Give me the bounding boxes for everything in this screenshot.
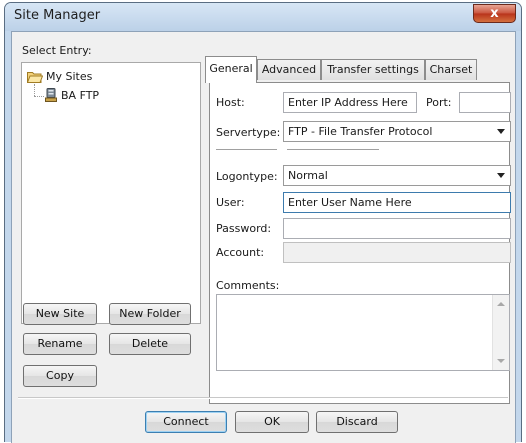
chevron-down-icon [497,129,505,134]
host-input[interactable]: Enter IP Address Here [283,92,417,113]
delete-button[interactable]: Delete [109,333,191,355]
separator [287,149,379,151]
site-tree[interactable]: My Sites BA FTP [21,62,201,324]
bottom-separator [18,397,508,399]
new-site-button[interactable]: New Site [23,303,97,325]
tab-advanced[interactable]: Advanced [257,59,321,80]
account-label: Account: [216,246,265,259]
title-bar[interactable]: Site Manager x [5,3,521,31]
port-label: Port: [426,96,452,109]
tab-charset[interactable]: Charset [425,59,477,80]
servertype-select[interactable]: FTP - File Transfer Protocol [283,121,511,142]
chevron-down-icon [497,173,505,178]
logontype-label: Logontype: [216,170,278,183]
select-entry-label: Select Entry: [22,44,92,57]
copy-button[interactable]: Copy [23,365,97,387]
tree-item-ba-ftp[interactable]: BA FTP [45,88,99,102]
port-input[interactable] [459,92,511,113]
connect-button[interactable]: Connect [145,411,227,433]
scroll-up-icon[interactable] [497,302,505,306]
discard-button[interactable]: Discard [316,411,398,433]
tab-transfer-settings[interactable]: Transfer settings [321,59,425,80]
comments-label: Comments: [216,279,280,292]
user-input[interactable]: Enter User Name Here [283,192,511,213]
tree-connector [34,96,44,97]
new-folder-button[interactable]: New Folder [109,303,191,325]
ok-button[interactable]: OK [235,411,309,433]
logontype-value: Normal [288,169,328,182]
tree-item-label: BA FTP [61,88,100,102]
separator [216,149,277,151]
folder-open-icon [27,71,43,83]
logontype-select[interactable]: Normal [283,165,511,186]
comments-scrollbar[interactable] [492,295,509,370]
user-label: User: [216,196,245,209]
servertype-label: Servertype: [216,126,281,139]
close-icon: x [490,6,499,21]
rename-button[interactable]: Rename [23,333,97,355]
tree-item-label: My Sites [46,70,93,83]
tab-general[interactable]: General [205,56,257,83]
scroll-down-icon[interactable] [497,359,505,363]
account-input [283,242,511,263]
servertype-value: FTP - File Transfer Protocol [288,125,433,138]
dialog-client-area: Select Entry: My Sites BA FTP New Site N… [11,31,516,443]
password-input[interactable] [283,218,511,239]
window-title: Site Manager [14,8,101,23]
site-manager-window: Site Manager x Select Entry: My Sites BA… [4,2,522,443]
server-icon [45,88,57,102]
tree-item-my-sites[interactable]: My Sites [27,70,92,83]
close-button[interactable]: x [473,4,516,23]
tree-connector [34,84,35,96]
password-label: Password: [216,222,272,235]
comments-textarea[interactable] [216,294,510,371]
host-label: Host: [216,96,245,109]
